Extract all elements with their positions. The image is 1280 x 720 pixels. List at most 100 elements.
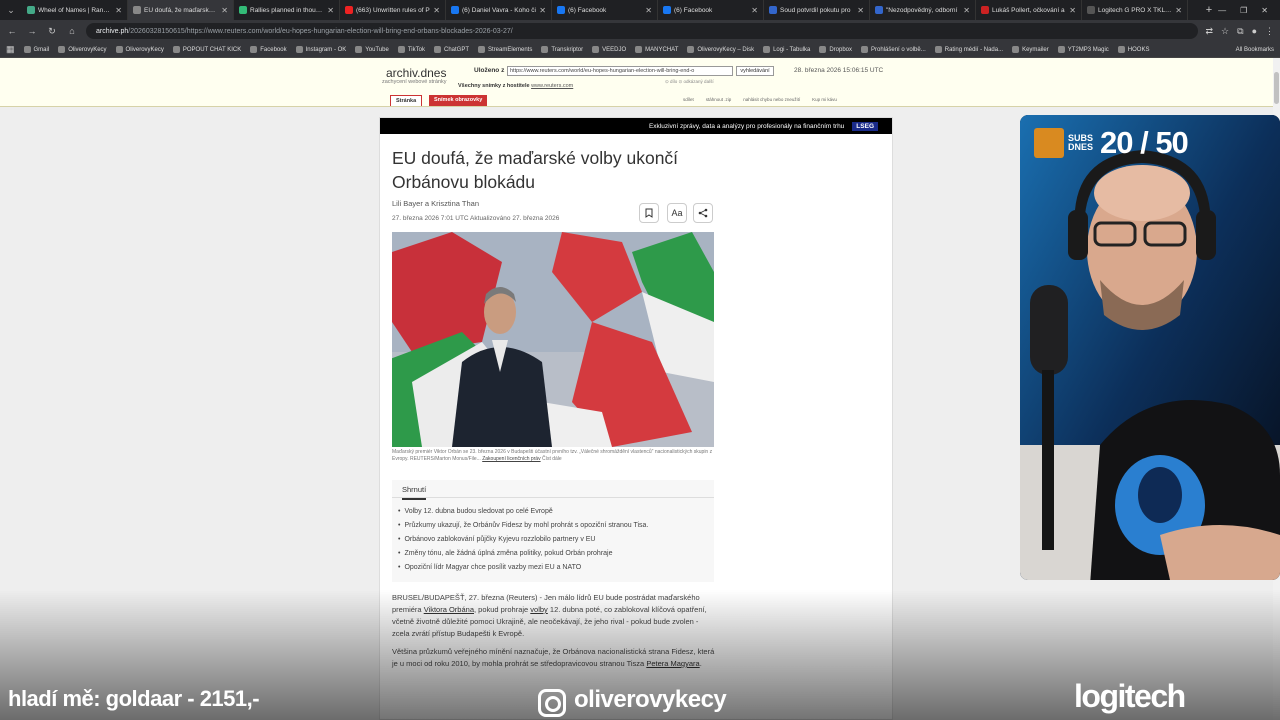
search-button[interactable]: vyhledávání xyxy=(736,66,774,76)
bookmark-item[interactable]: Keymailer xyxy=(1012,46,1049,53)
url-host: archive.ph xyxy=(96,27,129,35)
bookmark-item[interactable]: TikTok xyxy=(397,46,425,53)
browser-tab[interactable]: (663) Unwritten rules of P ✕ xyxy=(340,0,446,20)
bookmark-item[interactable]: Facebook xyxy=(250,46,287,53)
bookmark-item[interactable]: Instagram - OK xyxy=(295,46,346,53)
bookmark-item[interactable]: YT2MP3 Magic xyxy=(1057,46,1109,53)
text-size-icon[interactable]: Aa xyxy=(667,203,687,223)
magyar-link[interactable]: Petera Magyara xyxy=(646,659,699,668)
browser-tab[interactable]: Lukáš Pollert, očkování a ✕ xyxy=(976,0,1082,20)
menu-icon[interactable]: ⋮ xyxy=(1265,26,1274,37)
bookmark-item[interactable]: Transkriptor xyxy=(541,46,583,53)
minimize-icon[interactable]: — xyxy=(1218,6,1226,15)
bookmark-item[interactable]: YouTube xyxy=(355,46,389,53)
promo-banner[interactable]: Exkluzivní zprávy, data a analýzy pro pr… xyxy=(380,118,892,134)
tab-close-icon[interactable]: ✕ xyxy=(539,6,546,15)
bookmark-item[interactable]: OliverovyKecy xyxy=(58,46,107,53)
browser-tab[interactable]: (6) Daniel Vavra - Koho či ✕ xyxy=(446,0,552,20)
close-icon[interactable]: ✕ xyxy=(1261,6,1268,15)
summary-list: Volby 12. dubna budou sledovat po celé E… xyxy=(398,505,648,575)
address-bar[interactable]: archive.ph /20260328150615/https://www.r… xyxy=(86,23,1198,39)
tab-favicon-icon xyxy=(239,6,247,14)
share-icon[interactable] xyxy=(693,203,713,223)
bookmark-item[interactable]: VEEDJO xyxy=(592,46,626,53)
back-icon[interactable]: ← xyxy=(6,26,18,36)
bookmark-item[interactable]: Prohlášení o volbě... xyxy=(861,46,926,53)
bookmark-favicon-icon xyxy=(250,46,258,53)
bookmark-star-icon[interactable]: ☆ xyxy=(1221,26,1229,37)
browser-tab[interactable]: Wheel of Names | Random ✕ xyxy=(22,0,128,20)
reload-icon[interactable]: ↻ xyxy=(46,26,58,37)
article-photo[interactable] xyxy=(392,232,714,447)
browser-tab[interactable]: EU doufá, že maďarské vo ✕ xyxy=(128,0,234,20)
apps-icon[interactable]: ▦ xyxy=(6,44,15,55)
saved-url-field[interactable]: https://www.reuters.com/world/eu-hopes-h… xyxy=(507,66,733,76)
bookmark-item[interactable]: MANYCHAT xyxy=(635,46,678,53)
bookmark-label: POPOUT CHAT KICK xyxy=(182,46,242,53)
browser-tab[interactable]: Soud potvrdil pokutu pro ✕ xyxy=(764,0,870,20)
article-headline: EU doufá, že maďarské volby ukončí Orbán… xyxy=(392,148,679,192)
bookmark-item[interactable]: Logi - Tabulka xyxy=(763,46,810,53)
orban-link[interactable]: Viktora Orbána xyxy=(424,605,474,614)
archive-logo[interactable]: archiv.dnes xyxy=(386,66,446,80)
bookmark-item[interactable]: Rating médií - Nada... xyxy=(934,46,1003,53)
archive-tagline: zachycení webové stránky xyxy=(382,79,447,85)
home-icon[interactable]: ⌂ xyxy=(66,26,78,36)
bookmarks-bar: ▦ Gmail OliverovyKecy OliverovyKecy POPOUT … xyxy=(0,42,1280,58)
coffee-link[interactable]: Kup mi kávu xyxy=(812,97,837,102)
tab-close-icon[interactable]: ✕ xyxy=(963,6,970,15)
bookmark-item[interactable]: StreamElements xyxy=(478,46,532,53)
browser-tab[interactable]: (6) Facebook ✕ xyxy=(552,0,658,20)
tab-title: Soud potvrdil pokutu pro xyxy=(780,6,851,14)
snapshot-links[interactable]: ⊙ dílo ⊙ odkázaný další xyxy=(665,79,714,85)
bookmark-item[interactable]: HOOKS xyxy=(1117,46,1149,53)
bookmark-item[interactable]: OliverovyKecy xyxy=(115,46,164,53)
article-authors[interactable]: Lili Bayer a Krisztina Than xyxy=(392,199,479,208)
tab-close-icon[interactable]: ✕ xyxy=(857,6,864,15)
bookmark-item[interactable]: Dropbox xyxy=(819,46,852,53)
read-more-link[interactable]: Číst dále xyxy=(542,456,562,462)
bookmark-item[interactable]: POPOUT CHAT KICK xyxy=(172,46,242,53)
tab-title: Rallies planned in thousan xyxy=(250,6,325,14)
tab-favicon-icon xyxy=(451,6,459,14)
tab-close-icon[interactable]: ✕ xyxy=(115,6,122,15)
tab-favicon-icon xyxy=(981,6,989,14)
browser-tab[interactable]: "Nezodpovědný, odborní ✕ xyxy=(870,0,976,20)
bookmark-favicon-icon xyxy=(1012,46,1020,53)
download-zip-link[interactable]: stáhnout .zip xyxy=(706,97,732,102)
all-bookmarks[interactable]: All Bookmarks xyxy=(1236,47,1274,53)
license-link[interactable]: Zakoupení licenčních práv xyxy=(482,456,540,462)
tab-close-icon[interactable]: ✕ xyxy=(1175,6,1182,15)
forward-icon[interactable]: → xyxy=(26,26,38,36)
bookmark-item[interactable]: ChatGPT xyxy=(433,46,469,53)
new-tab-button[interactable]: + xyxy=(1200,4,1218,16)
bookmark-favicon-icon xyxy=(819,46,827,53)
extensions-icon[interactable]: ⧉ xyxy=(1237,26,1243,37)
tab-close-icon[interactable]: ✕ xyxy=(327,6,334,15)
bookmark-item[interactable]: OliverovyKecy – Disk xyxy=(687,46,754,53)
tab-close-icon[interactable]: ✕ xyxy=(645,6,652,15)
election-link[interactable]: volby xyxy=(530,605,548,614)
scroll-thumb[interactable] xyxy=(1274,72,1279,104)
tab-search-icon[interactable]: ⌄ xyxy=(0,0,22,20)
tab-close-icon[interactable]: ✕ xyxy=(1069,6,1076,15)
maximize-icon[interactable]: ❐ xyxy=(1240,6,1247,15)
tab-screenshot[interactable]: Snímek obrazovky xyxy=(429,95,488,106)
report-link[interactable]: nahlásit chybu nebo zneužití xyxy=(743,97,800,102)
translate-icon[interactable]: ⇄ xyxy=(1206,26,1214,37)
browser-tab[interactable]: Rallies planned in thousan ✕ xyxy=(234,0,340,20)
profile-icon[interactable]: ● xyxy=(1252,26,1257,36)
all-snapshots-host[interactable]: www.reuters.com xyxy=(531,83,573,89)
tab-close-icon[interactable]: ✕ xyxy=(221,6,228,15)
toolbar: ← → ↻ ⌂ archive.ph /20260328150615/https… xyxy=(0,20,1280,42)
share-link[interactable]: sdílet xyxy=(683,97,694,102)
bookmark-item[interactable]: Gmail xyxy=(23,46,49,53)
tab-close-icon[interactable]: ✕ xyxy=(751,6,758,15)
browser-tab[interactable]: (6) Facebook ✕ xyxy=(658,0,764,20)
tab-page[interactable]: Stránka xyxy=(390,95,423,106)
article-paragraph-2: Většina průzkumů veřejného mínění naznač… xyxy=(392,646,715,670)
browser-tab[interactable]: Logitech G PRO X TKL LIG ✕ xyxy=(1082,0,1188,20)
bookmark-icon[interactable] xyxy=(639,203,659,223)
tab-close-icon[interactable]: ✕ xyxy=(433,6,440,15)
subs-mascot-icon xyxy=(1034,128,1064,158)
